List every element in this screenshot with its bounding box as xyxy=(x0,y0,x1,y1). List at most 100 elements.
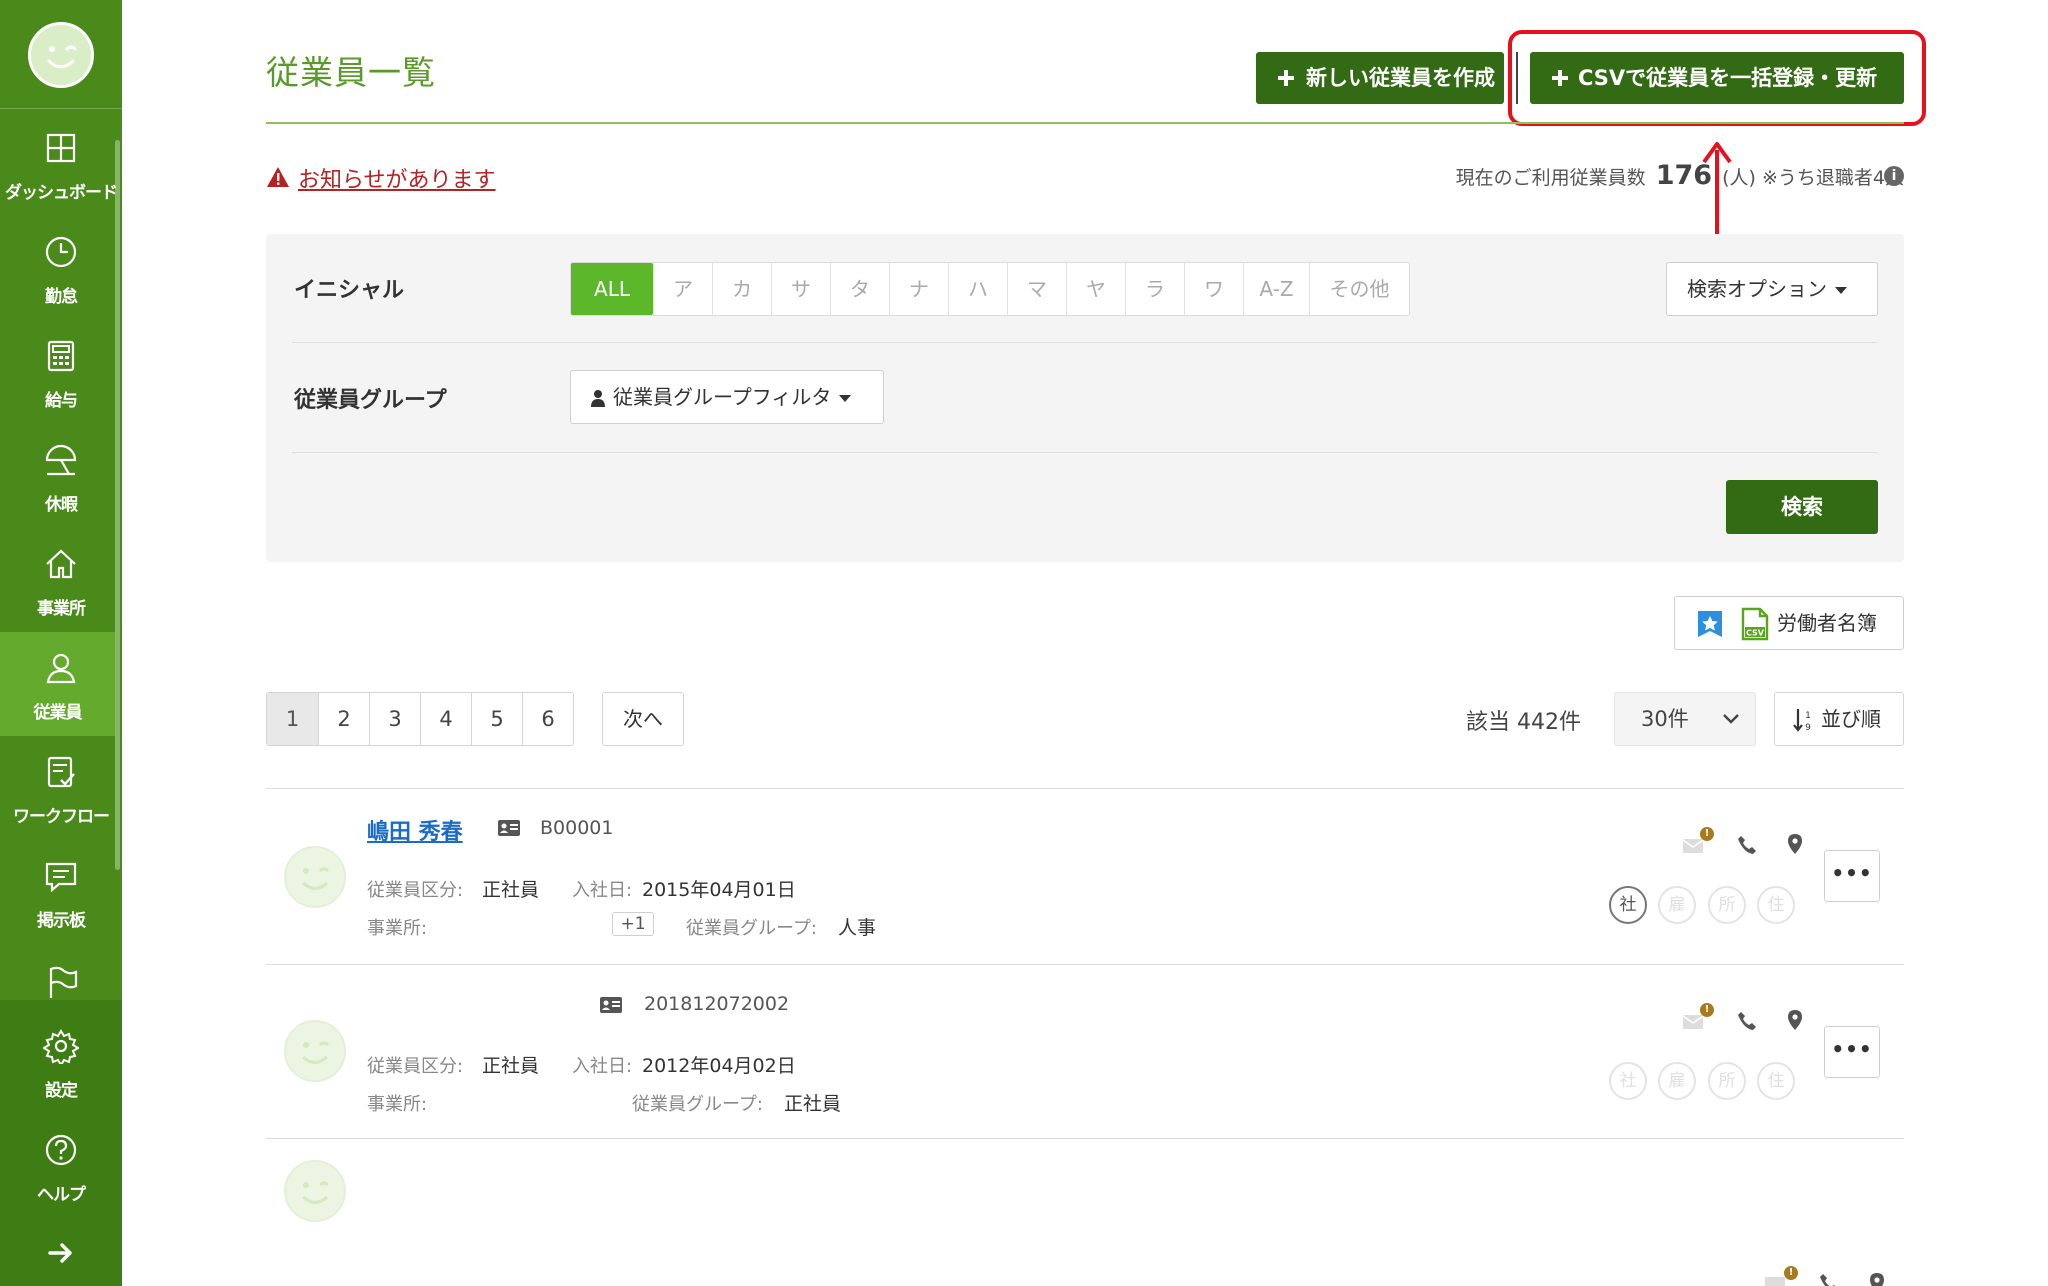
mail-icon[interactable] xyxy=(1764,1272,1786,1286)
income-tax-badge: 所 xyxy=(1708,886,1746,924)
caret-down-icon xyxy=(839,395,852,402)
worker-roster-button[interactable]: CSV 労働者名簿 xyxy=(1674,596,1904,650)
usage-unit: (人) xyxy=(1722,167,1756,189)
sidebar-item-workflow[interactable]: ワークフロー xyxy=(0,736,122,840)
home-icon xyxy=(46,549,76,579)
gear-icon xyxy=(43,1029,79,1064)
per-page-select[interactable]: 30件 xyxy=(1614,692,1756,746)
group-filter-dropdown[interactable]: 従業員グループフィルタ xyxy=(570,370,884,424)
filter-divider xyxy=(292,452,1878,453)
sidebar-item-label: 設定 xyxy=(45,1081,78,1101)
office-more-badge[interactable]: +1 xyxy=(612,912,654,936)
list-divider xyxy=(266,788,1904,789)
initial-chip-ha[interactable]: ハ xyxy=(948,263,1007,315)
user-avatar[interactable] xyxy=(28,22,94,88)
page-3-button[interactable]: 3 xyxy=(369,693,420,745)
sort-button[interactable]: 19 並び順 xyxy=(1774,692,1904,746)
category-value: 正社員 xyxy=(482,1055,540,1077)
initial-chip-wa[interactable]: ワ xyxy=(1184,263,1243,315)
category-value: 正社員 xyxy=(482,879,540,901)
page-1-button[interactable]: 1 xyxy=(267,693,318,745)
flag-icon xyxy=(49,966,78,998)
more-actions-button[interactable]: ••• xyxy=(1824,850,1880,902)
plus-icon xyxy=(1278,70,1294,86)
title-divider xyxy=(266,122,1904,124)
phone-icon[interactable] xyxy=(1736,834,1758,856)
initial-chip-ta[interactable]: タ xyxy=(830,263,889,315)
location-pin-icon[interactable] xyxy=(1866,1272,1888,1286)
sidebar-item-board[interactable]: 掲示板 xyxy=(0,840,122,944)
next-page-button[interactable]: 次へ xyxy=(602,692,684,746)
dashboard-icon xyxy=(46,133,76,163)
initial-chip-all[interactable]: ALL xyxy=(571,263,653,315)
sidebar-item-label: ワークフロー xyxy=(13,807,110,827)
svg-text:1: 1 xyxy=(1805,711,1811,721)
new-employee-button[interactable]: 新しい従業員を作成 xyxy=(1256,52,1504,104)
caret-down-icon xyxy=(1835,287,1847,294)
page-4-button[interactable]: 4 xyxy=(420,693,471,745)
page-6-button[interactable]: 6 xyxy=(522,693,573,745)
location-pin-icon[interactable] xyxy=(1784,833,1806,855)
initial-chip-a[interactable]: ア xyxy=(653,263,712,315)
alert-icon: ! xyxy=(1784,1266,1798,1280)
initial-chip-sa[interactable]: サ xyxy=(771,263,830,315)
pagination: 1 2 3 4 5 6 xyxy=(266,692,574,746)
group-value: 人事 xyxy=(838,917,877,939)
sidebar-item-settings[interactable]: 設定 xyxy=(0,1010,122,1114)
initial-chip-ra[interactable]: ラ xyxy=(1125,263,1184,315)
hire-date-label: 入社日: xyxy=(572,1056,633,1077)
sidebar-item-help[interactable]: ヘルプ xyxy=(0,1114,122,1218)
hire-date-value: 2015年04月01日 xyxy=(642,879,796,901)
sidebar-item-label: 休暇 xyxy=(45,495,78,515)
initial-chip-az[interactable]: A-Z xyxy=(1243,263,1309,315)
page-2-button[interactable]: 2 xyxy=(318,693,369,745)
residence-tax-badge: 住 xyxy=(1757,1062,1795,1100)
sidebar-item-payroll[interactable]: 給与 xyxy=(0,320,122,424)
initial-chip-na[interactable]: ナ xyxy=(889,263,948,315)
alert-icon: ! xyxy=(1700,1003,1714,1017)
employee-avatar[interactable] xyxy=(284,1160,346,1222)
employee-avatar[interactable] xyxy=(284,846,346,908)
initial-chip-ma[interactable]: マ xyxy=(1007,263,1066,315)
smiley-icon xyxy=(301,1041,330,1064)
phone-icon[interactable] xyxy=(1736,1010,1758,1032)
search-button[interactable]: 検索 xyxy=(1726,480,1878,534)
sidebar-item-attendance[interactable]: 勤怠 xyxy=(0,216,122,320)
phone-icon[interactable] xyxy=(1818,1272,1840,1286)
search-options-dropdown[interactable]: 検索オプション xyxy=(1666,262,1878,316)
alert-icon: ! xyxy=(1700,827,1714,841)
employee-name-link[interactable]: 嶋田 秀春 xyxy=(367,814,463,846)
help-icon xyxy=(45,1134,77,1166)
id-card-icon xyxy=(600,997,622,1013)
warning-icon xyxy=(267,167,289,187)
sidebar-item-office[interactable]: 事業所 xyxy=(0,528,122,632)
more-actions-button[interactable]: ••• xyxy=(1824,1026,1880,1078)
initial-chip-ka[interactable]: カ xyxy=(712,263,771,315)
umbrella-icon xyxy=(45,444,77,476)
initial-chip-other[interactable]: その他 xyxy=(1309,263,1409,315)
per-page-value: 30件 xyxy=(1641,707,1689,731)
csv-file-icon: CSV xyxy=(1741,607,1769,641)
usage-number: 176 xyxy=(1655,160,1713,191)
sidebar-item-flag[interactable] xyxy=(0,944,122,1000)
sidebar-scrollbar[interactable] xyxy=(115,140,120,870)
sidebar-divider xyxy=(0,108,122,109)
smiley-icon xyxy=(301,1181,330,1204)
hire-date-value: 2012年04月02日 xyxy=(642,1055,796,1077)
initial-chip-ya[interactable]: ヤ xyxy=(1066,263,1125,315)
arrow-right-icon[interactable] xyxy=(46,1238,76,1268)
hit-count: 該当 442件 xyxy=(1466,710,1581,735)
sidebar-item-leave[interactable]: 休暇 xyxy=(0,424,122,528)
filter-divider xyxy=(292,342,1878,343)
location-pin-icon[interactable] xyxy=(1784,1009,1806,1031)
employee-avatar[interactable] xyxy=(284,1020,346,1082)
smiley-icon xyxy=(301,867,330,890)
page-5-button[interactable]: 5 xyxy=(471,693,522,745)
sidebar-item-dashboard[interactable]: ダッシュボード xyxy=(0,112,122,216)
info-icon[interactable]: i xyxy=(1884,166,1904,186)
search-options-label: 検索オプション xyxy=(1687,277,1827,301)
category-label: 従業員区分: xyxy=(367,880,464,901)
sidebar-item-employees[interactable]: 従業員 xyxy=(0,632,115,736)
office-label: 事業所: xyxy=(367,1094,428,1115)
sidebar-item-label: 掲示板 xyxy=(37,911,86,931)
